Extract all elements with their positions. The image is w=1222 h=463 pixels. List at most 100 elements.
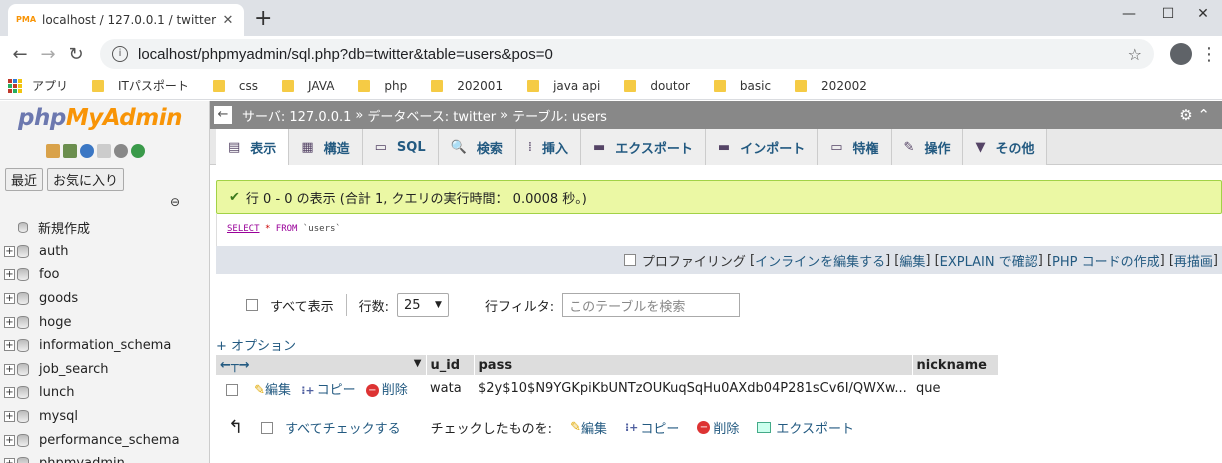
browser-menu-icon[interactable]: ⋮ (1200, 44, 1218, 65)
logout-icon[interactable] (63, 144, 77, 158)
expand-icon[interactable]: + (4, 411, 15, 423)
link-with-main-icon[interactable]: ⊖ (170, 195, 180, 209)
resize-arrows-icon[interactable]: ←┬→ (220, 358, 250, 373)
database-item[interactable]: + information_schema (4, 334, 180, 358)
bookmark-folder[interactable]: basic (713, 79, 771, 93)
edit-link[interactable]: 編集 (899, 251, 925, 270)
bookmark-folder[interactable]: java api (527, 79, 600, 93)
tab-import[interactable]: ▬ インポート (705, 129, 819, 165)
expand-icon[interactable]: + (4, 434, 15, 446)
cell-nickname[interactable]: que (912, 375, 998, 401)
bookmark-folder[interactable]: css (212, 79, 258, 93)
reload-icon[interactable]: ↻ (62, 44, 90, 65)
phpmyadmin-logo[interactable]: phpMyAdmin (18, 105, 182, 131)
bookmark-apps[interactable]: アプリ (8, 77, 68, 94)
site-info-icon[interactable]: i (112, 46, 128, 62)
bookmark-folder[interactable]: 202001 (431, 79, 503, 93)
address-bar[interactable]: i localhost/phpmyadmin/sql.php?db=twitte… (100, 39, 1154, 69)
profiling-checkbox[interactable] (623, 254, 636, 266)
expand-icon[interactable]: + (4, 363, 15, 375)
breadcrumb-server[interactable]: サーバ: 127.0.0.1 (242, 106, 351, 125)
expand-icon[interactable]: + (4, 387, 15, 399)
back-icon[interactable]: ← (6, 44, 34, 65)
edit-inline-link[interactable]: インラインを編集する (755, 251, 885, 270)
explain-link[interactable]: EXPLAIN で確認 (940, 251, 1038, 270)
bulk-edit-button[interactable]: 編集 (581, 418, 607, 437)
bookmark-star-icon[interactable]: ☆ (1128, 45, 1142, 64)
database-item[interactable]: + performance_schema (4, 428, 180, 452)
expand-icon[interactable]: + (4, 458, 15, 463)
tab-search[interactable]: 🔍 検索 (438, 129, 516, 165)
window-close-icon[interactable]: ✕ (1180, 0, 1222, 30)
sql-query-display[interactable]: SELECT * FROM `users` (216, 214, 1222, 246)
page-settings-gear-icon[interactable]: ⚙ ⌃ (1179, 106, 1210, 124)
new-tab-icon[interactable]: + (254, 6, 272, 31)
expand-icon[interactable]: + (4, 293, 15, 305)
breadcrumb-table[interactable]: テーブル: users (512, 106, 607, 125)
column-header[interactable]: nickname (912, 355, 999, 375)
column-dropdown-icon[interactable]: ▼ (414, 358, 422, 369)
show-all-checkbox[interactable] (246, 299, 258, 311)
database-item[interactable]: + phpmyadmin (4, 452, 180, 463)
favorites-button[interactable]: お気に入り (47, 168, 125, 191)
row-delete-link[interactable]: 削除 (382, 383, 408, 398)
expand-icon[interactable]: + (4, 316, 15, 328)
tab-insert[interactable]: ⁞ 挿入 (515, 129, 581, 165)
bookmark-folder[interactable]: doutor (624, 79, 690, 93)
url-text[interactable]: localhost/phpmyadmin/sql.php?db=twitter&… (138, 46, 1128, 63)
bookmark-folder[interactable]: php (358, 79, 407, 93)
reload-nav-icon[interactable] (131, 144, 145, 158)
bookmark-folder[interactable]: ITパスポート (92, 77, 189, 94)
refresh-link[interactable]: 再描画 (1174, 251, 1213, 270)
home-icon[interactable] (46, 144, 60, 158)
browser-tab[interactable]: PMA localhost / 127.0.0.1 / twitter / us… (8, 4, 244, 36)
create-php-code-link[interactable]: PHP コードの作成 (1052, 251, 1160, 270)
database-item[interactable]: + job_search (4, 358, 180, 382)
help-icon[interactable] (80, 144, 94, 158)
bulk-delete-button[interactable]: 削除 (713, 418, 739, 437)
database-item[interactable]: + mysql (4, 405, 180, 429)
collapse-nav-icon[interactable]: ← (214, 106, 232, 124)
database-item[interactable]: + auth (4, 240, 180, 264)
database-item[interactable]: + foo (4, 263, 180, 287)
close-tab-icon[interactable]: ✕ (220, 13, 236, 28)
sql-select-keyword[interactable]: SELECT (227, 224, 260, 234)
sort-arrows-header[interactable]: ←┬→ ▼ (216, 355, 427, 375)
database-item[interactable]: + goods (4, 287, 180, 311)
docs-icon[interactable] (97, 144, 111, 158)
bulk-export-button[interactable]: エクスポート (776, 418, 854, 437)
bookmark-folder[interactable]: JAVA (282, 79, 334, 93)
cell-u-id[interactable]: wata (426, 375, 474, 401)
settings-gear-icon[interactable] (114, 144, 128, 158)
breadcrumb-database[interactable]: データベース: twitter (367, 106, 496, 125)
row-checkbox[interactable] (226, 384, 238, 396)
rows-select[interactable]: 25 ▼ (396, 293, 449, 317)
check-all-checkbox[interactable] (261, 421, 274, 434)
tab-export[interactable]: ▬ エクスポート (580, 129, 706, 165)
tab-structure[interactable]: ▦ 構造 (289, 129, 363, 165)
recent-button[interactable]: 最近 (5, 168, 44, 191)
expand-icon[interactable]: + (4, 340, 15, 352)
tab-browse[interactable]: ▤ 表示 (216, 129, 290, 165)
expand-icon[interactable]: + (4, 269, 15, 281)
bulk-copy-button[interactable]: コピー (640, 418, 679, 437)
new-database-item[interactable]: 新規作成 (4, 216, 180, 240)
profile-avatar-icon[interactable] (1170, 43, 1192, 65)
tab-operations[interactable]: ✎ 操作 (891, 129, 964, 165)
forward-icon[interactable]: → (34, 44, 62, 65)
tab-privileges[interactable]: ▭ 特権 (818, 129, 892, 165)
options-toggle[interactable]: + オプション (216, 335, 296, 354)
check-all-link[interactable]: すべてチェックする (285, 418, 401, 437)
tab-sql[interactable]: ▭ SQL (362, 129, 439, 165)
row-copy-link[interactable]: コピー (317, 383, 356, 398)
column-header[interactable]: u_id (426, 355, 475, 375)
tab-more[interactable]: ▼ その他 (963, 129, 1048, 165)
row-filter-input[interactable]: このテーブルを検索 (562, 293, 741, 317)
cell-pass[interactable]: $2y$10$N9YGKpiKbUNTzOUKuqSqHu0AXdb04P281… (474, 375, 912, 401)
database-item[interactable]: + lunch (4, 381, 180, 405)
expand-icon[interactable]: + (4, 245, 15, 257)
column-header[interactable]: pass (474, 355, 913, 375)
bookmark-folder[interactable]: 202002 (795, 79, 867, 93)
database-item[interactable]: + hoge (4, 310, 180, 334)
row-edit-link[interactable]: 編集 (265, 383, 291, 398)
